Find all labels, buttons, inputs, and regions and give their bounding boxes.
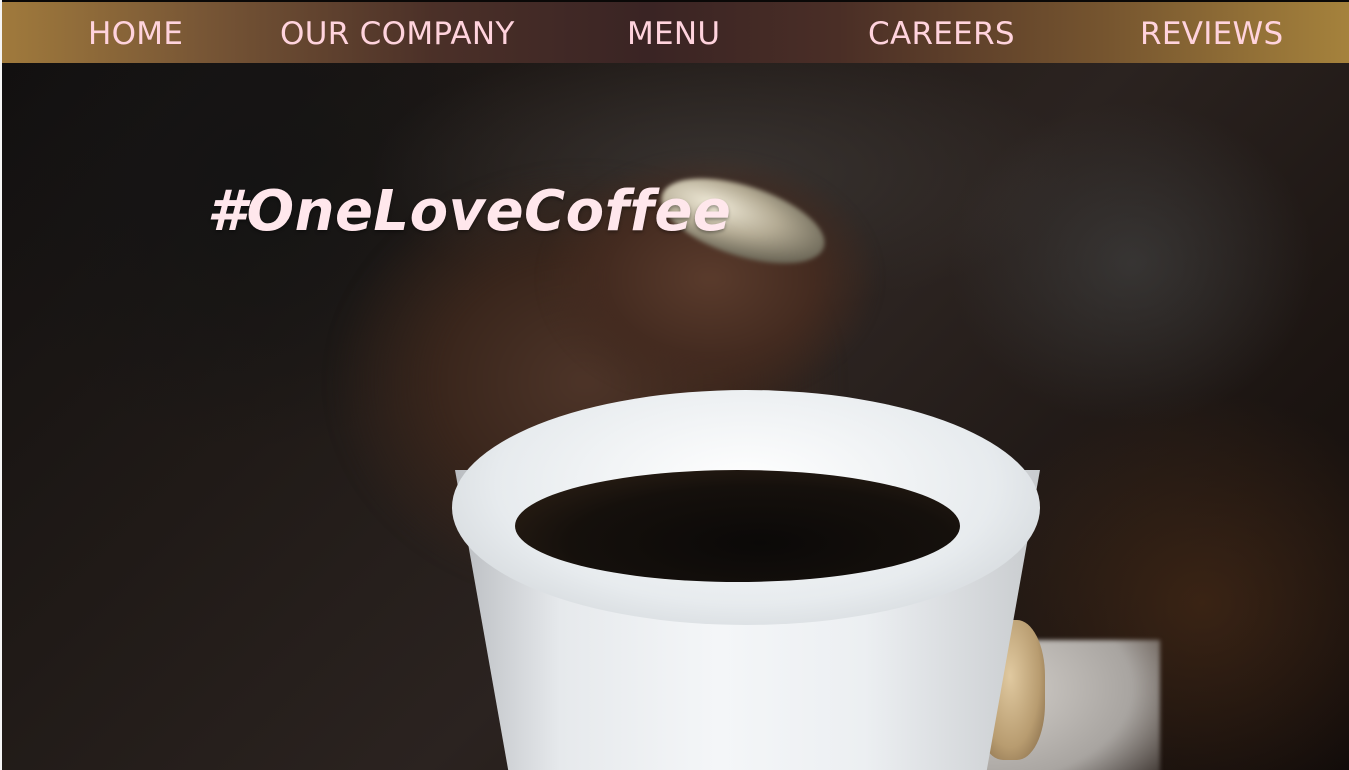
nav-home-link[interactable]: HOME — [88, 14, 183, 54]
page-edge — [0, 0, 2, 770]
nav-reviews-link[interactable]: REVIEWS — [1140, 14, 1284, 54]
nav-our-company-link[interactable]: OUR COMPANY — [280, 14, 515, 54]
nav-careers-link[interactable]: CAREERS — [868, 14, 1015, 54]
nav-menu-link[interactable]: MENU — [627, 14, 720, 54]
page: HOME OUR COMPANY MENU CAREERS REVIEWS #O… — [0, 0, 1349, 770]
hero-hashtag: #OneLoveCoffee — [207, 179, 732, 244]
hero-fingers — [520, 130, 900, 400]
navbar: HOME OUR COMPANY MENU CAREERS REVIEWS — [2, 2, 1349, 63]
coffee-surface — [515, 470, 960, 582]
